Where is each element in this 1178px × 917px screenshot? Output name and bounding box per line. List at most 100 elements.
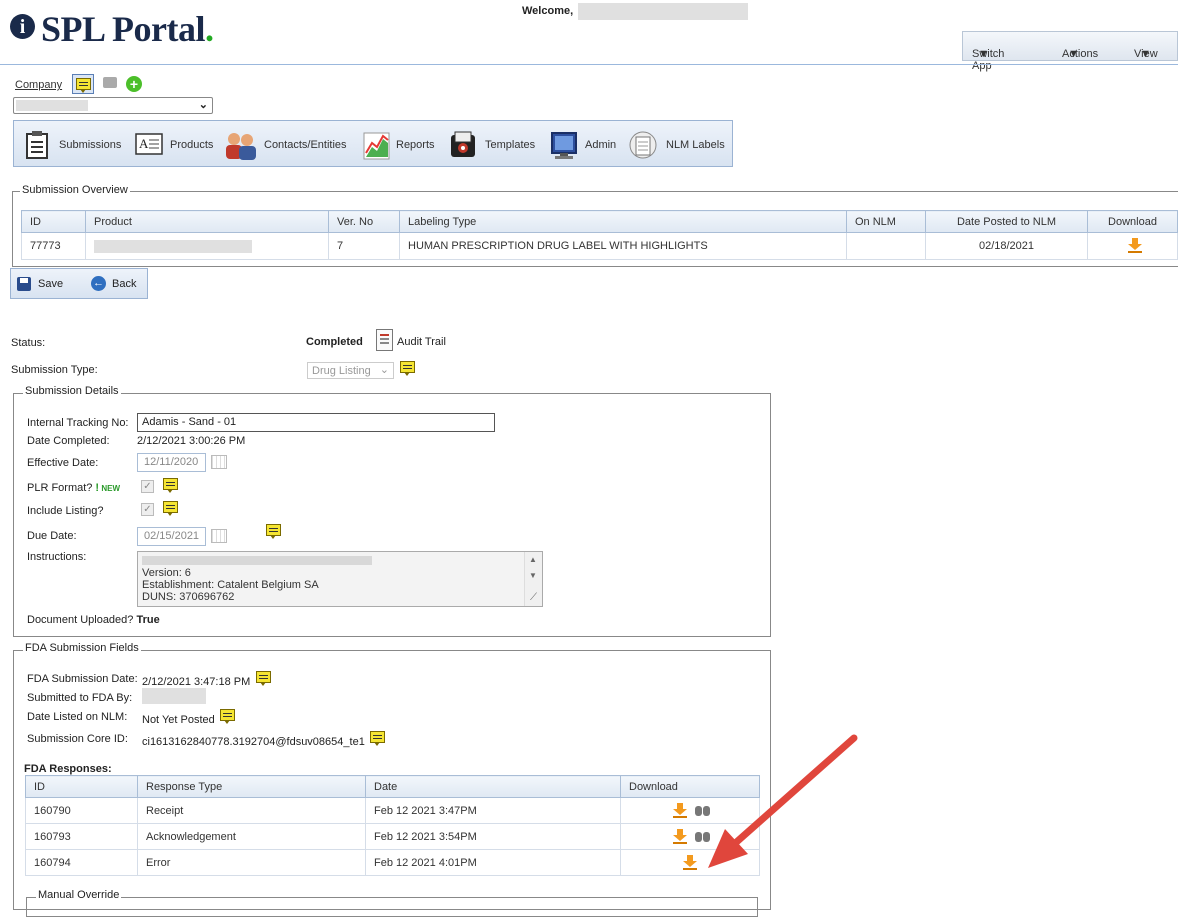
plr-format-checkbox[interactable]: ✓ xyxy=(141,480,154,493)
col-download: Download xyxy=(620,775,760,798)
col-version: Ver. No xyxy=(328,210,400,233)
redacted-instructions xyxy=(142,556,372,565)
clipboard-icon xyxy=(24,131,50,159)
download-icon[interactable] xyxy=(673,829,687,844)
table-row[interactable]: 160793 Acknowledgement Feb 12 2021 3:54P… xyxy=(25,823,760,850)
comment-yellow-icon[interactable] xyxy=(266,524,281,539)
effective-date-input[interactable]: 12/11/2020 xyxy=(137,453,206,472)
resize-grip-icon[interactable]: ⟋ xyxy=(530,592,537,604)
app-menubar: Switch App ▼ Actions ▼ View ▼ xyxy=(962,31,1178,72)
tracking-label: Internal Tracking No: xyxy=(27,417,129,429)
download-icon[interactable] xyxy=(1128,238,1142,253)
comment-yellow-icon[interactable] xyxy=(163,478,178,493)
fda-submission-date-value: 2/12/2021 3:47:18 PM xyxy=(142,676,251,688)
audit-trail-link[interactable]: Audit Trail xyxy=(397,336,446,348)
scroll-up-icon[interactable]: ▲ xyxy=(529,554,537,566)
new-badge: ! NEW xyxy=(95,482,120,494)
instructions-textarea[interactable]: Version: 6 Establishment: Catalent Belgi… xyxy=(137,551,543,607)
audit-trail-icon[interactable] xyxy=(376,329,393,351)
people-icon xyxy=(225,131,256,160)
table-row[interactable]: 160794 Error Feb 12 2021 4:01PM xyxy=(25,849,760,876)
company-select[interactable]: ⌄ xyxy=(13,97,213,114)
switch-app-menu[interactable]: Switch App ▼ xyxy=(972,40,1004,72)
app-logo: SPL Portal. xyxy=(41,9,214,49)
submission-type-select[interactable]: Drug Listing ⌄ xyxy=(307,362,394,379)
add-circle-icon[interactable]: + xyxy=(126,76,142,92)
download-icon[interactable] xyxy=(683,855,697,870)
back-button[interactable]: ← Back xyxy=(91,276,146,292)
calendar-icon[interactable] xyxy=(211,529,227,543)
document-uploaded-value: True xyxy=(136,614,160,626)
binoculars-icon[interactable] xyxy=(695,829,711,843)
col-id: ID xyxy=(25,775,138,798)
actions-menu[interactable]: Actions ▼ xyxy=(1062,40,1098,60)
fda-responses-title: FDA Responses: xyxy=(24,763,112,775)
textarea-scrollbar[interactable]: ▲ ▼ ⟋ xyxy=(524,552,542,606)
status-value: Completed xyxy=(306,336,363,348)
status-label: Status: xyxy=(11,337,46,349)
chevron-down-icon: ⌄ xyxy=(379,364,389,376)
comment-yellow-icon[interactable] xyxy=(370,731,385,746)
fda-responses-table: ID Response Type Date Download 160790 Re… xyxy=(25,775,760,876)
comment-yellow-icon[interactable] xyxy=(72,74,94,94)
table-header-row: ID Response Type Date Download xyxy=(25,775,760,798)
include-listing-checkbox[interactable]: ✓ xyxy=(141,503,154,516)
date-listed-label: Date Listed on NLM: xyxy=(27,711,128,723)
row-version: 7 xyxy=(328,232,400,260)
chevron-down-icon: ▼ xyxy=(978,48,990,60)
comment-yellow-icon[interactable] xyxy=(220,709,235,724)
action-toolbar: Save ← Back xyxy=(10,268,148,299)
manual-override-legend: Manual Override xyxy=(36,889,122,901)
comment-yellow-icon[interactable] xyxy=(256,671,271,686)
col-date: Date xyxy=(365,775,621,798)
info-logo-icon: i xyxy=(10,14,35,39)
calendar-icon[interactable] xyxy=(211,455,227,469)
submission-overview-table: ID Product Ver. No Labeling Type On NLM … xyxy=(21,210,1178,260)
due-date-input[interactable]: 02/15/2021 xyxy=(137,527,206,546)
redacted-product xyxy=(94,239,252,253)
redacted-company xyxy=(16,100,88,111)
view-menu[interactable]: View ▼ xyxy=(1134,40,1158,60)
submission-details-legend: Submission Details xyxy=(23,385,121,397)
welcome-text: Welcome, xyxy=(522,5,574,17)
row-id: 77773 xyxy=(21,232,86,260)
comment-gray-icon[interactable] xyxy=(103,77,117,88)
company-link[interactable]: Company xyxy=(15,79,62,91)
scroll-down-icon[interactable]: ▼ xyxy=(529,570,537,582)
tracking-input[interactable]: Adamis - Sand - 01 xyxy=(137,413,495,432)
chevron-down-icon: ⌄ xyxy=(198,99,208,111)
fda-submission-date-label: FDA Submission Date: xyxy=(27,673,138,685)
table-row[interactable]: 77773 7 HUMAN PRESCRIPTION DRUG LABEL WI… xyxy=(21,232,1178,260)
row-product xyxy=(85,232,329,260)
col-download: Download xyxy=(1087,210,1178,233)
comment-yellow-icon[interactable] xyxy=(400,361,415,376)
instructions-label: Instructions: xyxy=(27,551,87,563)
svg-text:A: A xyxy=(139,136,149,151)
text-document-icon: A xyxy=(135,131,163,159)
header-divider xyxy=(0,64,1178,65)
col-response-type: Response Type xyxy=(137,775,366,798)
due-date-label: Due Date: xyxy=(27,530,77,542)
redacted-username xyxy=(578,3,748,20)
back-arrow-icon: ← xyxy=(91,276,106,291)
core-id-label: Submission Core ID: xyxy=(27,733,128,745)
monitor-icon xyxy=(550,131,577,159)
row-on-nlm xyxy=(846,232,926,260)
manual-override-panel xyxy=(26,897,758,917)
submission-overview-legend: Submission Overview xyxy=(20,184,130,196)
exclamation-icon: ! xyxy=(95,482,100,494)
nlm-labels-icon xyxy=(629,131,657,159)
include-listing-label: Include Listing? xyxy=(27,505,104,517)
download-icon[interactable] xyxy=(673,803,687,818)
plr-format-label: PLR Format?! NEW xyxy=(27,482,120,494)
submission-type-label: Submission Type: xyxy=(11,364,98,376)
date-completed-value: 2/12/2021 3:00:26 PM xyxy=(137,435,246,447)
comment-yellow-icon[interactable] xyxy=(163,501,178,516)
save-button[interactable]: Save xyxy=(17,276,77,292)
col-on-nlm: On NLM xyxy=(846,210,926,233)
table-header-row: ID Product Ver. No Labeling Type On NLM … xyxy=(21,210,1178,233)
binoculars-icon[interactable] xyxy=(695,803,711,817)
date-listed-value: Not Yet Posted xyxy=(142,714,215,726)
table-row[interactable]: 160790 Receipt Feb 12 2021 3:47PM xyxy=(25,797,760,824)
col-labeling-type: Labeling Type xyxy=(399,210,847,233)
